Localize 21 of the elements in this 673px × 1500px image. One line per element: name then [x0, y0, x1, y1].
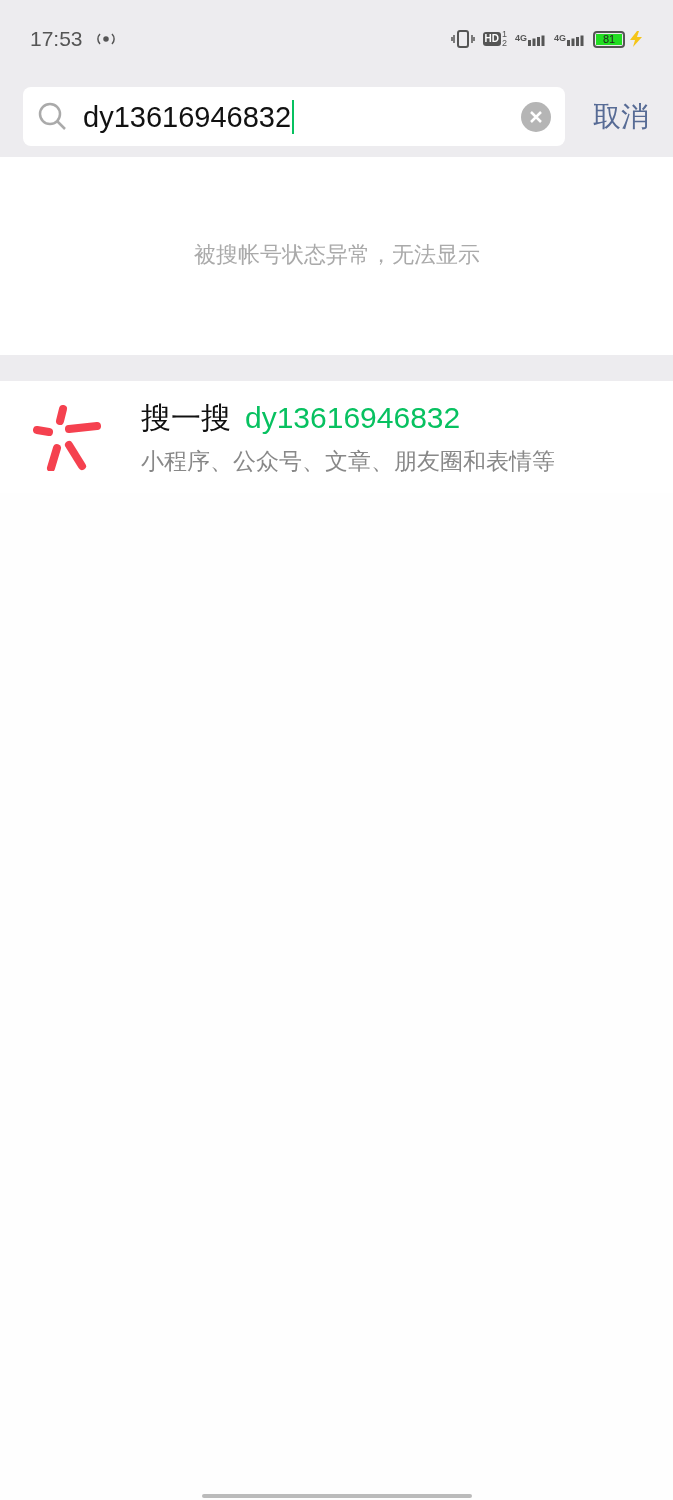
search-field[interactable]: dy13616946832: [23, 87, 565, 146]
hotspot-icon: [94, 30, 117, 48]
sim-number: 2: [501, 39, 507, 48]
notice-text: 被搜帐号状态异常，无法显示: [193, 241, 480, 269]
suggestion-label: 搜一搜: [141, 400, 231, 437]
search-text: dy13616946832: [83, 99, 295, 134]
search-one-search-icon: [33, 403, 101, 471]
network-type: 4G: [514, 32, 527, 46]
vibrate-icon: [450, 29, 475, 49]
hd-badge: HD: [482, 32, 501, 46]
cancel-button[interactable]: 取消: [593, 95, 649, 138]
suggestion-query: dy13616946832: [245, 400, 461, 437]
signal-icon: [567, 33, 585, 46]
clear-icon[interactable]: [521, 101, 551, 132]
suggestion-subtitle: 小程序、公众号、文章、朋友圈和表情等: [141, 447, 555, 477]
battery-level: 81: [596, 33, 622, 45]
sim-number: 1: [501, 30, 507, 39]
network-type: 4G: [554, 32, 566, 46]
charging-icon: [629, 31, 643, 47]
signal-icon: [528, 33, 546, 46]
status-time: 17:53: [30, 26, 83, 53]
